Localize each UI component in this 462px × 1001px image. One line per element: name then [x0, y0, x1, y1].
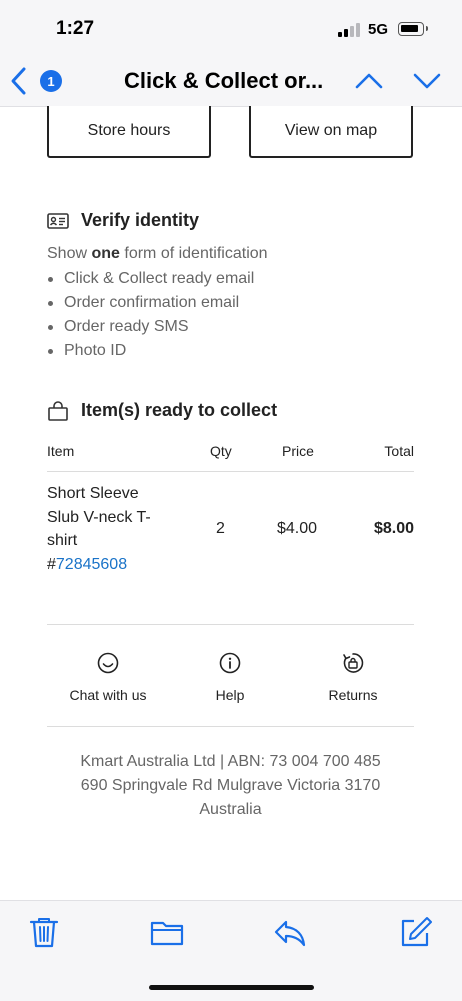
info-icon — [219, 652, 241, 674]
status-time: 1:27 — [56, 18, 95, 39]
company-address: Kmart Australia Ltd | ABN: 73 004 700 48… — [80, 753, 381, 818]
divider — [47, 624, 414, 625]
returns-link[interactable]: Returns — [298, 652, 408, 703]
column-item: Item — [47, 443, 75, 459]
list-item: Photo ID — [47, 339, 254, 363]
column-qty: Qty — [210, 443, 232, 459]
status-bar: 1:27 5G — [0, 0, 462, 56]
help-link[interactable]: Help — [175, 652, 285, 703]
list-item: Order ready SMS — [47, 315, 254, 339]
identification-list: Click & Collect ready email Order confir… — [47, 267, 254, 363]
folder-icon[interactable] — [150, 915, 184, 949]
item-price: $4.00 — [277, 520, 318, 537]
items-ready-title: Item(s) ready to collect — [81, 400, 278, 420]
footer-links: Chat with us Help Returns — [47, 644, 414, 714]
list-item: Click & Collect ready email — [47, 267, 254, 291]
signal-icon — [338, 23, 362, 37]
id-card-icon — [47, 212, 69, 229]
verify-identity-title: Verify identity — [81, 210, 200, 230]
item-total: $8.00 — [373, 520, 414, 537]
view-on-map-button[interactable]: View on map — [249, 106, 413, 158]
divider — [47, 726, 414, 727]
chat-with-us-link[interactable]: Chat with us — [53, 652, 163, 703]
down-chevron-icon[interactable] — [412, 70, 442, 92]
unread-count-badge[interactable]: 1 — [40, 70, 62, 92]
divider — [47, 471, 414, 472]
network-label: 5G — [368, 21, 389, 38]
back-chevron-icon[interactable] — [8, 66, 30, 96]
home-indicator[interactable] — [149, 985, 314, 990]
verify-identity-heading: Verify identity — [47, 210, 199, 231]
reply-icon[interactable] — [273, 915, 307, 949]
compose-icon[interactable] — [398, 915, 432, 949]
sku-link[interactable]: 72845608 — [56, 556, 127, 573]
items-ready-heading: Item(s) ready to collect — [47, 400, 277, 421]
returns-bag-icon — [343, 653, 364, 673]
identification-instruction: Show one form of identification — [47, 245, 268, 262]
smile-icon — [97, 652, 119, 674]
column-total: Total — [384, 443, 414, 459]
trash-icon[interactable] — [27, 915, 61, 949]
store-hours-button[interactable]: Store hours — [47, 106, 211, 158]
battery-icon — [398, 22, 428, 36]
column-price: Price — [282, 443, 314, 459]
items-table-header: Item Qty Price Total — [47, 443, 414, 471]
list-item: Order confirmation email — [47, 291, 254, 315]
item-qty: 2 — [216, 520, 225, 537]
mail-nav-bar: 1 Click & Collect or... — [0, 56, 462, 107]
message-subject-title: Click & Collect or... — [124, 68, 324, 93]
up-chevron-icon[interactable] — [354, 70, 384, 92]
item-name: Short Sleeve Slub V-neck T- shirt #72845… — [47, 485, 151, 573]
shopping-bag-icon — [48, 400, 68, 421]
